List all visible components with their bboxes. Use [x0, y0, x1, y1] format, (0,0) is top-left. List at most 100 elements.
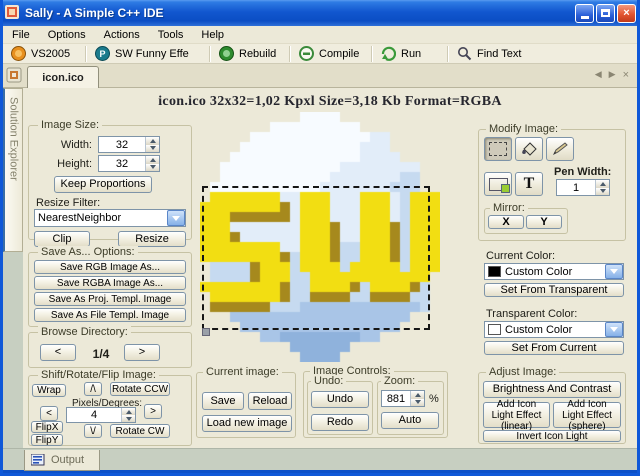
- width-spinner[interactable]: 32: [98, 136, 160, 153]
- chevron-down-icon[interactable]: [605, 264, 623, 279]
- save-rgba-button[interactable]: Save RGBA Image As...: [34, 276, 186, 290]
- text-tool-button[interactable]: T: [515, 172, 543, 196]
- menu-help[interactable]: Help: [192, 29, 233, 41]
- zoom-spinner[interactable]: 881: [381, 390, 425, 407]
- toolbar-find-text[interactable]: Find Text: [449, 44, 569, 64]
- select-tool-button[interactable]: [484, 137, 512, 161]
- menu-tools[interactable]: Tools: [149, 29, 193, 41]
- set-from-current-button[interactable]: Set From Current: [484, 341, 624, 355]
- pen-width-spinner[interactable]: 1: [556, 179, 610, 196]
- height-spinner[interactable]: 32: [98, 155, 160, 172]
- pen-width-label: Pen Width:: [554, 166, 612, 178]
- rect-tool-button[interactable]: [484, 172, 512, 196]
- adjust-image-legend: Adjust Image:: [486, 366, 560, 378]
- spin-down-icon[interactable]: [146, 163, 159, 171]
- keep-proportions-button[interactable]: Keep Proportions: [54, 176, 152, 193]
- output-tab[interactable]: Output: [24, 450, 100, 471]
- shift-up-button[interactable]: /\: [84, 382, 102, 396]
- spin-up-icon[interactable]: [411, 391, 424, 399]
- rebuild-icon: [219, 46, 234, 61]
- light-effect-linear-button[interactable]: Add Icon Light Effect (linear): [483, 399, 550, 432]
- invert-icon-light-button[interactable]: Invert Icon Light: [483, 430, 621, 442]
- rotate-ccw-button[interactable]: Rotate CCW: [110, 382, 170, 396]
- chevron-down-icon[interactable]: [167, 210, 185, 226]
- toolbar-run[interactable]: Run: [373, 44, 447, 64]
- save-file-templ-button[interactable]: Save As File Templ. Image: [34, 308, 186, 322]
- selection-handle[interactable]: [202, 328, 210, 336]
- width-label: Width:: [60, 139, 92, 151]
- spin-down-icon[interactable]: [146, 144, 159, 152]
- spin-down-icon[interactable]: [411, 398, 424, 406]
- current-color-label: Current Color:: [486, 250, 556, 262]
- mirror-y-button[interactable]: Y: [526, 215, 562, 229]
- toolbar-vs2005[interactable]: VS2005: [3, 44, 85, 64]
- minimize-button[interactable]: [575, 3, 594, 23]
- title-bar: Sally - A Simple C++ IDE ×: [0, 0, 640, 26]
- toolbar-rebuild[interactable]: Rebuild: [211, 44, 289, 64]
- shift-right-button[interactable]: >: [144, 404, 162, 419]
- zoom-percent-label: %: [429, 393, 439, 405]
- window-title: Sally - A Simple C++ IDE: [25, 6, 164, 20]
- rectangle-tool-icon: [488, 177, 510, 193]
- spin-up-icon[interactable]: [122, 408, 135, 415]
- resize-button[interactable]: Resize: [118, 231, 186, 247]
- browse-prev-button[interactable]: <: [40, 344, 76, 361]
- toolbar: VS2005 P SW Funny Effe Rebuild Compile R…: [3, 44, 637, 64]
- redo-button[interactable]: Redo: [311, 414, 369, 431]
- zoom-legend: Zoom:: [381, 375, 419, 387]
- chevron-down-icon[interactable]: [605, 322, 623, 337]
- flip-y-button[interactable]: FlipY: [31, 434, 63, 446]
- fill-tool-button[interactable]: [515, 137, 543, 161]
- reload-image-button[interactable]: Reload: [248, 392, 292, 410]
- tab-scroll-left-icon[interactable]: ◀: [595, 69, 602, 81]
- toolbar-sw-funny-effect[interactable]: P SW Funny Effe: [87, 44, 209, 64]
- flip-x-button[interactable]: FlipX: [31, 421, 63, 433]
- pencil-tool-button[interactable]: [546, 137, 574, 161]
- editor-mode-icon[interactable]: [6, 66, 23, 87]
- tab-scroll-right-icon[interactable]: ▶: [609, 69, 616, 81]
- transparent-color-dropdown[interactable]: Custom Color: [484, 321, 624, 338]
- save-image-button[interactable]: Save: [202, 392, 244, 410]
- spin-down-icon[interactable]: [596, 187, 609, 195]
- shift-rotate-flip-legend: Shift/Rotate/Flip Image:: [38, 369, 159, 381]
- current-color-swatch: [488, 266, 501, 277]
- paint-bucket-icon: [522, 142, 537, 156]
- save-rgb-button[interactable]: Save RGB Image As...: [34, 260, 186, 274]
- spin-up-icon[interactable]: [146, 156, 159, 164]
- spin-up-icon[interactable]: [146, 137, 159, 145]
- menu-actions[interactable]: Actions: [95, 29, 149, 41]
- brightness-contrast-button[interactable]: Brightness And Contrast: [483, 381, 621, 398]
- mirror-x-button[interactable]: X: [488, 215, 524, 229]
- rotate-cw-button[interactable]: Rotate CW: [110, 424, 170, 438]
- set-from-transparent-button[interactable]: Set From Transparent: [484, 283, 624, 297]
- undo-button[interactable]: Undo: [311, 391, 369, 408]
- clip-button[interactable]: Clip: [34, 231, 90, 247]
- browse-directory-legend: Browse Directory:: [38, 326, 131, 338]
- sidebar-tab-solution-explorer[interactable]: Solution Explorer: [3, 88, 23, 252]
- wrap-button[interactable]: Wrap: [32, 384, 66, 397]
- height-label: Height:: [57, 158, 92, 170]
- close-button[interactable]: ×: [617, 3, 636, 23]
- current-color-dropdown[interactable]: Custom Color: [484, 263, 624, 280]
- spin-up-icon[interactable]: [596, 180, 609, 188]
- menu-options[interactable]: Options: [39, 29, 95, 41]
- modify-image-legend: Modify Image:: [486, 123, 562, 135]
- pixels-degrees-spinner[interactable]: 4: [66, 407, 136, 423]
- menu-file[interactable]: File: [3, 29, 39, 41]
- current-image-legend: Current image:: [203, 366, 282, 378]
- maximize-button[interactable]: [596, 3, 615, 23]
- shift-down-button[interactable]: \/: [84, 424, 102, 438]
- toolbar-compile[interactable]: Compile: [291, 44, 371, 64]
- spin-down-icon[interactable]: [122, 415, 135, 422]
- save-proj-templ-button[interactable]: Save As Proj. Templ. Image: [34, 292, 186, 306]
- zoom-auto-button[interactable]: Auto: [381, 412, 439, 429]
- selection-rectangle[interactable]: [202, 186, 430, 336]
- shift-left-button[interactable]: <: [40, 406, 58, 421]
- tab-close-icon[interactable]: ×: [623, 69, 629, 81]
- load-new-image-button[interactable]: Load new image: [202, 415, 292, 432]
- resize-filter-dropdown[interactable]: NearestNeighbor: [34, 209, 186, 227]
- light-effect-sphere-button[interactable]: Add Icon Light Effect (sphere): [553, 399, 621, 432]
- tab-icon-ico[interactable]: icon.ico: [27, 66, 99, 89]
- browse-next-button[interactable]: >: [124, 344, 160, 361]
- browse-position: 1/4: [92, 347, 110, 361]
